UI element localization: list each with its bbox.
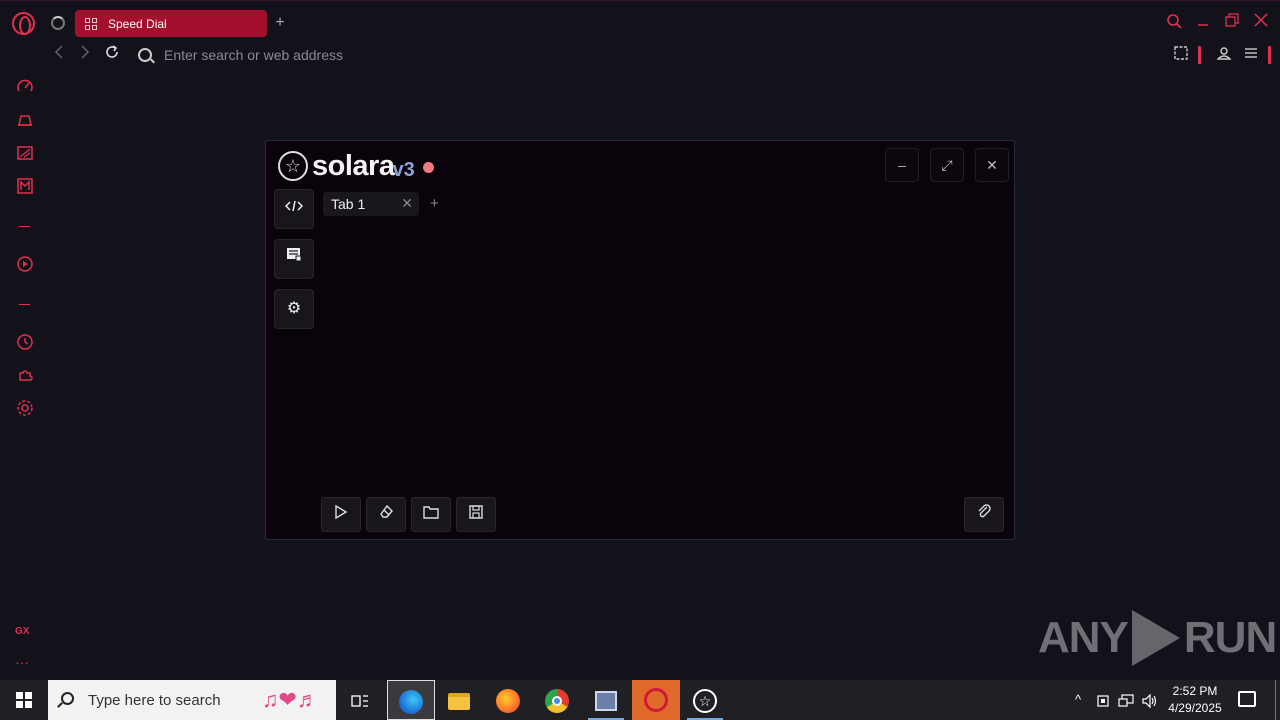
settings-gear-icon[interactable] — [14, 399, 35, 420]
taskbar-search-placeholder: Type here to search — [88, 692, 221, 709]
accent-divider — [1198, 46, 1201, 64]
player-icon[interactable] — [14, 255, 35, 276]
add-tab-button[interactable]: + — [430, 195, 439, 212]
attach-button[interactable] — [964, 497, 1004, 532]
script-hub-button[interactable] — [274, 239, 314, 279]
tray-chevron-up-icon[interactable]: ^ — [1068, 680, 1088, 720]
star-icon: ☆ — [693, 689, 717, 714]
opera-menu-icon[interactable] — [12, 12, 35, 35]
tab-speed-dial[interactable]: Speed Dial — [75, 10, 267, 37]
twitch-icon[interactable] — [14, 144, 35, 165]
solara-settings-button[interactable]: ⚙ — [274, 289, 314, 329]
solara-close-button[interactable]: ✕ — [975, 148, 1009, 182]
chrome-taskbar-icon[interactable] — [533, 680, 581, 720]
editor-tab[interactable]: Tab 1 ✕ — [323, 192, 419, 216]
sidebar-separator — [19, 226, 30, 227]
windows-logo-icon — [16, 692, 32, 708]
extensions-icon[interactable] — [14, 366, 35, 387]
tray-device-icon[interactable] — [1094, 680, 1112, 720]
loading-spinner-icon — [51, 16, 65, 30]
edge-icon — [399, 690, 423, 715]
browser-tab-bar: Speed Dial + — [0, 0, 1280, 44]
editor-button[interactable] — [274, 189, 314, 229]
opera-gx-taskbar-icon[interactable] — [632, 680, 680, 720]
back-icon[interactable] — [50, 44, 68, 66]
solara-taskbar-icon[interactable]: ☆ — [681, 680, 729, 720]
watermark-left: ANY — [1038, 613, 1129, 662]
firefox-taskbar-icon[interactable] — [484, 680, 532, 720]
save-file-button[interactable] — [456, 497, 496, 532]
search-icon — [61, 692, 74, 705]
play-logo-icon — [1131, 610, 1180, 666]
notification-icon[interactable] — [1238, 691, 1256, 707]
address-input[interactable] — [164, 45, 864, 65]
search-icon — [138, 48, 152, 62]
solara-minimize-button[interactable]: – — [885, 148, 919, 182]
taskbar: Type here to search ♫❤♬ ☆ ^ 2:52 PM 4/29… — [0, 680, 1280, 720]
file-explorer-taskbar-icon[interactable] — [435, 680, 483, 720]
snapshot-icon[interactable] — [1172, 46, 1190, 64]
open-file-button[interactable] — [411, 497, 451, 532]
tab-title: Speed Dial — [108, 16, 167, 31]
minimize-icon[interactable] — [1193, 13, 1213, 33]
gx-control-icon[interactable] — [14, 78, 35, 99]
clear-button[interactable] — [366, 497, 406, 532]
show-desktop-button[interactable] — [1275, 680, 1276, 720]
installer-icon — [595, 691, 617, 712]
network-icon[interactable] — [1117, 680, 1135, 720]
solara-maximize-button[interactable]: ⤢ — [930, 148, 964, 182]
clock-date: 4/29/2025 — [1168, 701, 1222, 715]
solara-window: ☆ solara v3 – ⤢ ✕ ⚙ Tab 1 ✕ + — [265, 140, 1015, 540]
desktop: Speed Dial + Enter search or web address… — [0, 0, 1280, 720]
gx-label[interactable]: GX — [15, 626, 29, 637]
reload-icon[interactable] — [103, 44, 121, 66]
speed-dial-icon — [85, 17, 97, 30]
accent-divider — [1268, 46, 1271, 64]
installer-taskbar-icon[interactable] — [582, 680, 630, 720]
start-button[interactable] — [0, 680, 48, 720]
watermark-right: RUN — [1183, 613, 1277, 662]
restore-icon[interactable] — [1222, 13, 1242, 33]
solara-version: v3 — [392, 159, 415, 181]
sidebar-separator — [19, 304, 30, 305]
sidebar-more-icon[interactable]: ··· — [15, 654, 29, 670]
clock-time: 2:52 PM — [1172, 684, 1218, 698]
task-view-icon[interactable] — [336, 680, 384, 720]
volume-icon[interactable] — [1141, 680, 1159, 720]
status-dot — [422, 162, 434, 173]
messenger-icon[interactable] — [14, 177, 35, 198]
gx-corner-icon[interactable] — [14, 111, 35, 132]
edge-taskbar-icon[interactable] — [387, 680, 435, 720]
folder-icon — [448, 692, 470, 710]
close-tab-icon[interactable]: ✕ — [401, 195, 413, 212]
taskbar-clock[interactable]: 2:52 PM 4/29/2025 — [1160, 683, 1230, 717]
close-icon[interactable] — [1251, 13, 1271, 33]
anyrun-watermark: ANY RUN — [1038, 610, 1277, 666]
browser-sidebar: GX ··· — [0, 72, 48, 680]
history-icon[interactable] — [14, 333, 35, 354]
new-tab-button[interactable]: + — [272, 14, 288, 32]
account-icon[interactable] — [1215, 46, 1233, 64]
execute-button[interactable] — [321, 497, 361, 532]
address-bar — [0, 44, 1280, 68]
star-icon: ☆ — [278, 151, 308, 181]
firefox-icon — [496, 689, 520, 714]
search-tabs-icon[interactable] — [1164, 13, 1184, 33]
solara-logo: ☆ solara v3 — [278, 151, 434, 181]
editor-tab-label: Tab 1 — [331, 196, 366, 212]
solara-name: solara — [312, 150, 395, 182]
easy-setup-icon[interactable] — [1242, 46, 1260, 64]
chrome-icon — [545, 689, 569, 714]
search-highlight-art-icon: ♫❤♬ — [262, 687, 319, 712]
taskbar-search-box[interactable]: Type here to search ♫❤♬ — [48, 680, 336, 720]
opera-icon — [644, 688, 668, 712]
forward-icon[interactable] — [76, 44, 94, 66]
